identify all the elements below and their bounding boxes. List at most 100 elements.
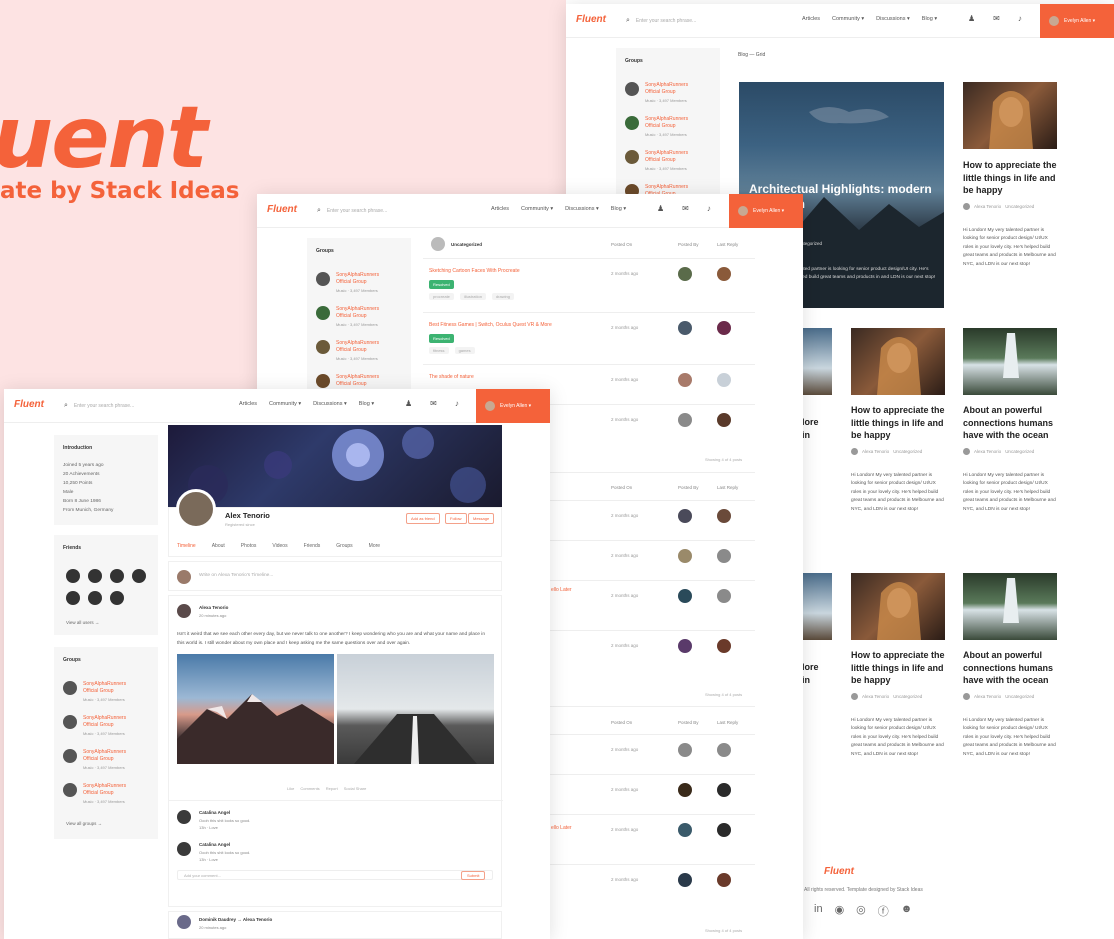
nav-link-articles[interactable]: Articles (802, 16, 820, 22)
post-category[interactable]: Uncategorized (893, 449, 922, 454)
instagram-icon[interactable]: ◎ (856, 903, 866, 919)
avatar[interactable] (678, 783, 692, 797)
avatar[interactable] (177, 604, 191, 618)
post-author[interactable]: Alexa Tenorio (862, 694, 889, 699)
composer-input[interactable]: Write on Alexa Tenorio's Timeline... (199, 573, 273, 578)
nav-link-articles[interactable]: Articles (491, 206, 509, 212)
comment-input[interactable]: Add your comment... (177, 870, 493, 880)
tag[interactable]: fitness (429, 347, 449, 354)
thread-title[interactable]: Sketching Cartoon Faces With Procreate (429, 268, 520, 274)
avatar[interactable] (678, 321, 692, 335)
post-title[interactable]: How to appreciate the little things in l… (851, 404, 947, 442)
post-image[interactable] (963, 82, 1057, 149)
friend-avatar[interactable] (110, 569, 124, 583)
avatar[interactable] (678, 743, 692, 757)
nav-link-blog[interactable]: Blog ▾ (922, 16, 937, 22)
nav-link-community[interactable]: Community ▾ (832, 16, 864, 22)
comments-action[interactable]: Comments (300, 786, 319, 791)
tag[interactable]: games (454, 347, 475, 354)
messages-icon[interactable]: ✉ (682, 204, 689, 213)
friend-avatar[interactable] (110, 591, 124, 605)
composer[interactable]: Write on Alexa Tenorio's Timeline... (168, 561, 502, 591)
tag[interactable]: illustration (459, 293, 486, 300)
avatar[interactable] (678, 373, 692, 387)
avatar[interactable] (678, 823, 692, 837)
avatar[interactable] (717, 549, 731, 563)
avatar[interactable] (678, 589, 692, 603)
partial-thread-link[interactable]: ello Later (551, 587, 572, 593)
table-row[interactable]: Sketching Cartoon Faces With Procreate R… (423, 258, 755, 312)
user-menu[interactable]: Evelyn Allen ▾ (476, 389, 550, 423)
group-item[interactable]: SonyAlphaRunners Official Group Music · 3… (625, 82, 695, 103)
avatar[interactable] (177, 915, 191, 929)
group-item[interactable]: SonyAlphaRunners Official Group Music · 3… (63, 783, 133, 804)
nav-link-articles[interactable]: Articles (239, 401, 257, 407)
thread-title[interactable]: Best Fitness Games | Switch, Oculus Ques… (429, 322, 552, 328)
submit-comment-button[interactable]: Submit (461, 871, 486, 880)
partial-post-title[interactable]: lore in (802, 661, 832, 687)
user-menu[interactable]: Evelyn Allen ▾ (729, 194, 803, 228)
post-title[interactable]: About an powerful connections humans hav… (963, 649, 1059, 687)
user-menu[interactable]: Evelyn Allen ▾ (1040, 4, 1114, 38)
post-title[interactable]: How to appreciate the little things in l… (963, 159, 1061, 197)
footer-logo[interactable]: Fluent (824, 866, 854, 877)
group-item[interactable]: SonyAlphaRunners Official Group Music · 3… (316, 272, 386, 293)
avatar[interactable] (717, 639, 731, 653)
group-item[interactable]: SonyAlphaRunners Official Group Music · 3… (63, 749, 133, 770)
tab-timeline[interactable]: Timeline (177, 543, 196, 549)
user-icon[interactable]: ♟ (405, 399, 412, 408)
post-image[interactable] (802, 573, 832, 640)
post-image[interactable] (851, 573, 945, 640)
avatar[interactable] (177, 842, 191, 856)
post-title[interactable]: About an powerful connections humans hav… (963, 404, 1059, 442)
table-row[interactable]: Best Fitness Games | Switch, Oculus Ques… (423, 312, 755, 364)
nav-link-discussions[interactable]: Discussions ▾ (876, 16, 910, 22)
avatar[interactable] (177, 810, 191, 824)
tag[interactable]: procreate (429, 293, 454, 300)
group-item[interactable]: SonyAlphaRunners Official Group Music · 3… (316, 340, 386, 361)
avatar[interactable] (717, 743, 731, 757)
facebook-icon[interactable]: ⓕ (878, 903, 889, 919)
nav-link-community[interactable]: Community ▾ (269, 401, 301, 407)
messages-icon[interactable]: ✉ (430, 399, 437, 408)
post-photo-mountain[interactable] (177, 654, 334, 764)
post-author[interactable]: Alexa Tenorio (974, 694, 1001, 699)
avatar[interactable] (717, 873, 731, 887)
avatar[interactable] (717, 783, 731, 797)
tab-photos[interactable]: Photos (241, 543, 257, 549)
like-action[interactable]: Like (287, 786, 294, 791)
avatar[interactable] (678, 639, 692, 653)
post-image[interactable] (851, 328, 945, 395)
nav-logo[interactable]: Fluent (14, 399, 44, 410)
nav-link-blog[interactable]: Blog ▾ (611, 206, 626, 212)
tab-friends[interactable]: Friends (304, 543, 321, 549)
post-image[interactable] (963, 328, 1057, 395)
avatar[interactable] (678, 413, 692, 427)
avatar[interactable] (678, 509, 692, 523)
message-button[interactable]: Message (468, 513, 495, 524)
search-input[interactable]: ⌕ Enter your search phrase... (64, 397, 162, 415)
search-input[interactable]: ⌕ Enter your search phrase... (626, 12, 724, 30)
search-input[interactable]: ⌕ Enter your search phrase... (317, 202, 415, 220)
messenger-icon[interactable]: ◉ (835, 903, 845, 919)
friend-avatar[interactable] (88, 591, 102, 605)
group-item[interactable]: SonyAlphaRunners Official Group Music · 3… (316, 306, 386, 327)
avatar[interactable] (717, 823, 731, 837)
view-all-groups-link[interactable]: View all groups → (66, 821, 102, 826)
post-category[interactable]: Uncategorized (1005, 694, 1034, 699)
group-item[interactable]: SonyAlphaRunners Official Group Music · 3… (625, 116, 695, 137)
tab-more[interactable]: More (369, 543, 380, 549)
friend-avatar[interactable] (66, 569, 80, 583)
tab-about[interactable]: About (212, 543, 225, 549)
category-name[interactable]: Uncategorized (451, 242, 482, 247)
friend-avatar[interactable] (132, 569, 146, 583)
nav-link-community[interactable]: Community ▾ (521, 206, 553, 212)
post-author[interactable]: Alexa Tenorio (199, 605, 228, 610)
post-author[interactable]: Alexa Tenorio (974, 204, 1001, 209)
messages-icon[interactable]: ✉ (993, 14, 1000, 23)
notifications-icon[interactable]: ♪ (707, 204, 711, 213)
avatar[interactable] (717, 509, 731, 523)
post-image[interactable] (802, 328, 832, 395)
tag[interactable]: drawing (491, 293, 514, 300)
add-friend-button[interactable]: Add as friend (406, 513, 440, 524)
